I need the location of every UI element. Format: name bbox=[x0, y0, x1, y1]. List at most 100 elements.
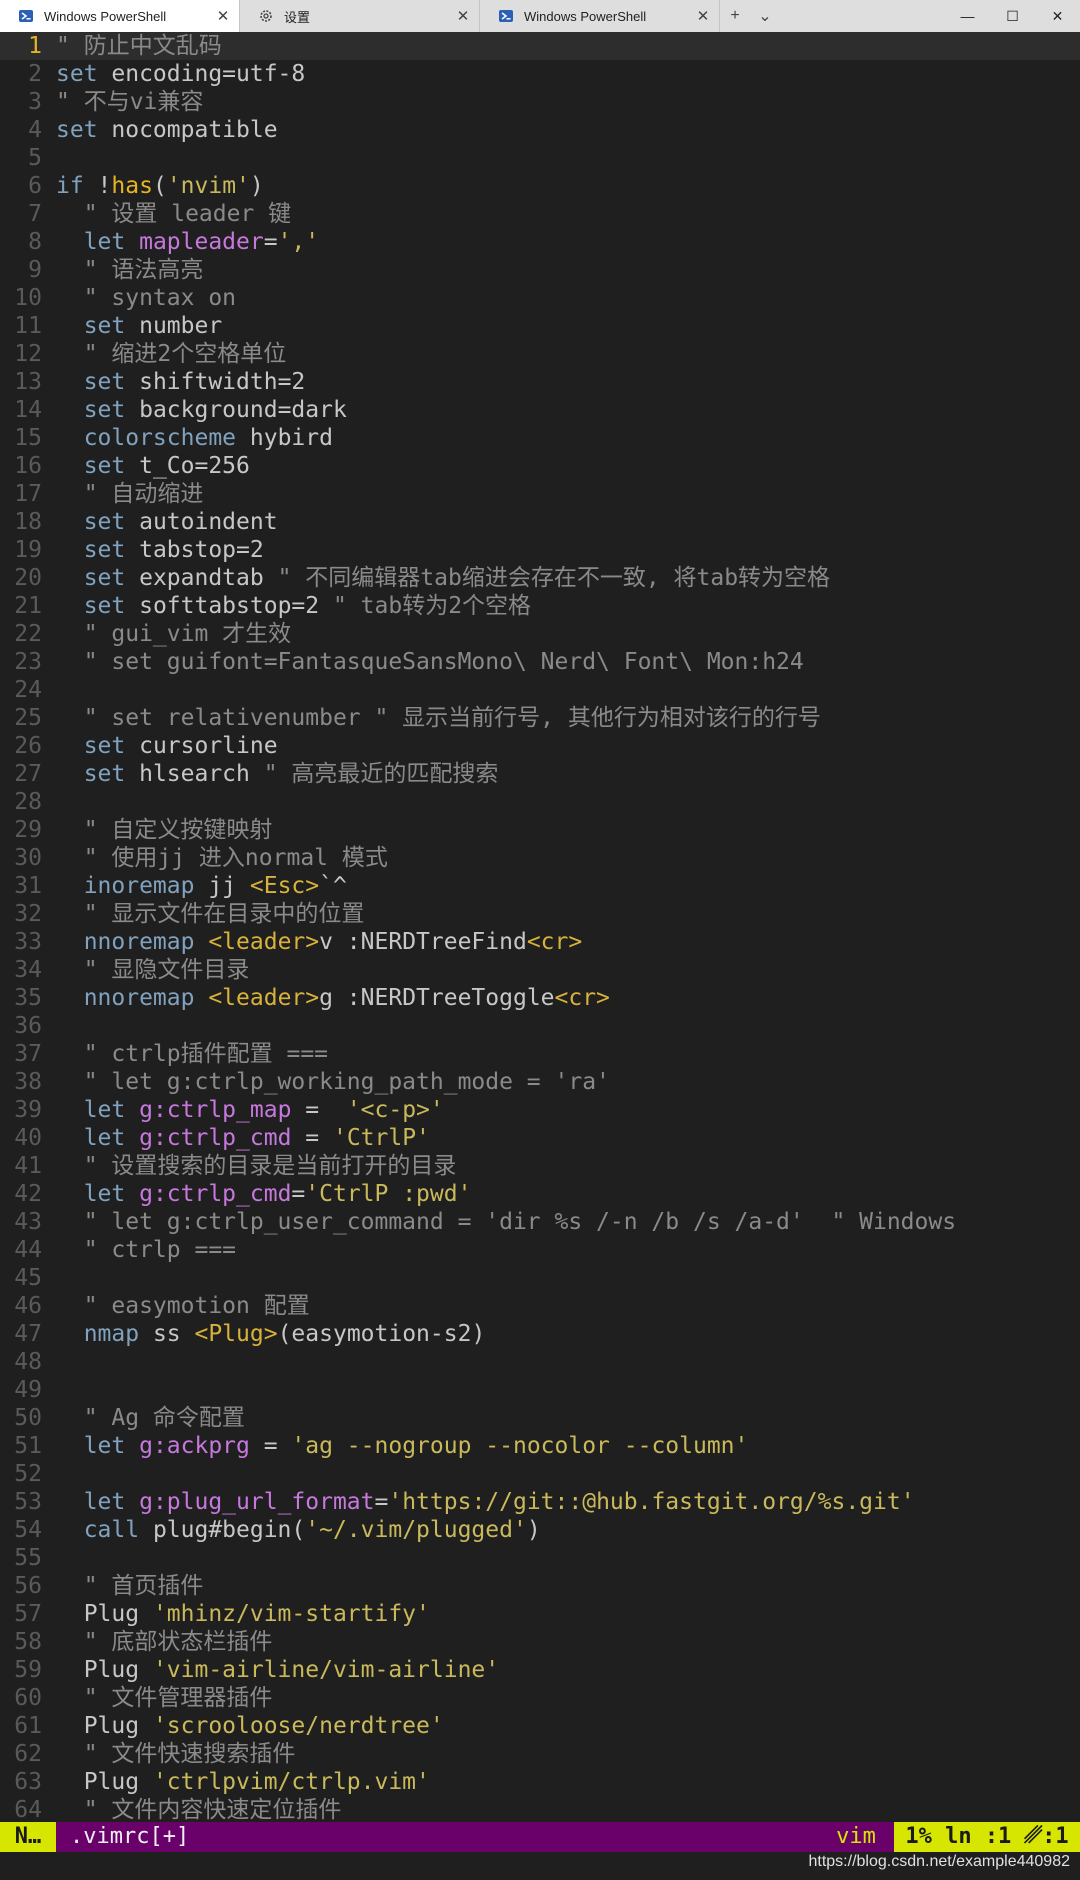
line-number: 14 bbox=[14, 397, 42, 423]
close-icon[interactable]: ✕ bbox=[455, 7, 471, 25]
code-line[interactable]: 55 bbox=[0, 1544, 1080, 1572]
code-line[interactable]: 17 " 自动缩进 bbox=[0, 480, 1080, 508]
code-line[interactable]: 22 " gui_vim 才生效 bbox=[0, 620, 1080, 648]
code-line[interactable]: 3 " 不与vi兼容 bbox=[0, 88, 1080, 116]
code-line[interactable]: 29 " 自定义按键映射 bbox=[0, 816, 1080, 844]
code-line[interactable]: 44 " ctrlp === bbox=[0, 1236, 1080, 1264]
code-line[interactable]: 30 " 使用jj 进入normal 模式 bbox=[0, 844, 1080, 872]
line-number: 1 bbox=[28, 33, 42, 59]
code-line[interactable]: 1 " 防止中文乱码 bbox=[0, 32, 1080, 60]
code-line[interactable]: 13 set shiftwidth=2 bbox=[0, 368, 1080, 396]
code-line[interactable]: 5 bbox=[0, 144, 1080, 172]
code-token: " let g:ctrlp_working_path_mode = 'ra' bbox=[56, 1069, 610, 1095]
titlebar-drag-area[interactable] bbox=[780, 0, 945, 32]
close-icon[interactable]: ✕ bbox=[695, 7, 711, 25]
code-token: g:ctrlp_map bbox=[139, 1097, 292, 1123]
code-line[interactable]: 63 Plug 'ctrlpvim/ctrlp.vim' bbox=[0, 1768, 1080, 1796]
code-line[interactable]: 35 nnoremap <leader>g :NERDTreeToggle<cr… bbox=[0, 984, 1080, 1012]
code-line[interactable]: 51 let g:ackprg = 'ag --nogroup --nocolo… bbox=[0, 1432, 1080, 1460]
code-line[interactable]: 42 let g:ctrlp_cmd='CtrlP :pwd' bbox=[0, 1180, 1080, 1208]
code-line[interactable]: 54 call plug#begin('~/.vim/plugged') bbox=[0, 1516, 1080, 1544]
code-line[interactable]: 52 bbox=[0, 1460, 1080, 1488]
close-icon[interactable]: ✕ bbox=[215, 7, 231, 25]
code-line[interactable]: 20 set expandtab " 不同编辑器tab缩进会存在不一致, 将ta… bbox=[0, 564, 1080, 592]
code-line[interactable]: 46 " easymotion 配置 bbox=[0, 1292, 1080, 1320]
code-token: " 显隐文件目录 bbox=[56, 957, 250, 983]
code-line[interactable]: 45 bbox=[0, 1264, 1080, 1292]
code-line[interactable]: 23 " set guifont=FantasqueSansMono\ Nerd… bbox=[0, 648, 1080, 676]
code-line[interactable]: 6 if !has('nvim') bbox=[0, 172, 1080, 200]
code-line[interactable]: 24 bbox=[0, 676, 1080, 704]
code-line[interactable]: 39 let g:ctrlp_map = '<c-p>' bbox=[0, 1096, 1080, 1124]
code-line[interactable]: 60 " 文件管理器插件 bbox=[0, 1684, 1080, 1712]
code-line[interactable]: 41 " 设置搜索的目录是当前打开的目录 bbox=[0, 1152, 1080, 1180]
line-code: colorscheme hybird bbox=[56, 424, 333, 452]
code-token: jj bbox=[208, 873, 250, 899]
tab-dropdown-button[interactable]: ⌄ bbox=[750, 0, 780, 32]
minimize-button[interactable]: — bbox=[945, 0, 990, 32]
vim-editor-buffer[interactable]: 1 " 防止中文乱码 2 set encoding=utf-8 3 " 不与vi兼容 4 se… bbox=[0, 32, 1080, 1822]
line-number: 18 bbox=[14, 509, 42, 535]
code-line[interactable]: 36 bbox=[0, 1012, 1080, 1040]
code-line[interactable]: 9 " 语法高亮 bbox=[0, 256, 1080, 284]
code-line[interactable]: 64 " 文件内容快速定位插件 bbox=[0, 1796, 1080, 1822]
code-line[interactable]: 56 " 首页插件 bbox=[0, 1572, 1080, 1600]
line-code: let g:plug_url_format='https://git::@hub… bbox=[56, 1488, 915, 1516]
code-line[interactable]: 8 let mapleader=',' bbox=[0, 228, 1080, 256]
code-line[interactable]: 21 set softtabstop=2 " tab转为2个空格 bbox=[0, 592, 1080, 620]
line-number: 56 bbox=[14, 1573, 42, 1599]
code-line[interactable]: 34 " 显隐文件目录 bbox=[0, 956, 1080, 984]
code-token: " gui_vim 才生效 bbox=[56, 621, 292, 647]
code-line[interactable]: 18 set autoindent bbox=[0, 508, 1080, 536]
code-line[interactable]: 7 " 设置 leader 键 bbox=[0, 200, 1080, 228]
code-line[interactable]: 50 " Ag 命令配置 bbox=[0, 1404, 1080, 1432]
code-line[interactable]: 62 " 文件快速搜索插件 bbox=[0, 1740, 1080, 1768]
code-line[interactable]: 59 Plug 'vim-airline/vim-airline' bbox=[0, 1656, 1080, 1684]
code-line[interactable]: 15 colorscheme hybird bbox=[0, 424, 1080, 452]
code-line[interactable]: 2 set encoding=utf-8 bbox=[0, 60, 1080, 88]
code-line[interactable]: 12 " 缩进2个空格单位 bbox=[0, 340, 1080, 368]
code-line[interactable]: 16 set t_Co=256 bbox=[0, 452, 1080, 480]
code-token: " 显示文件在目录中的位置 bbox=[56, 901, 365, 927]
code-line[interactable]: 47 nmap ss <Plug>(easymotion-s2) bbox=[0, 1320, 1080, 1348]
code-line[interactable]: 11 set number bbox=[0, 312, 1080, 340]
code-line[interactable]: 19 set tabstop=2 bbox=[0, 536, 1080, 564]
line-code: " 文件内容快速定位插件 bbox=[56, 1796, 342, 1822]
code-token: 'mhinz/vim-startify' bbox=[152, 1601, 430, 1627]
code-line[interactable]: 48 bbox=[0, 1348, 1080, 1376]
code-token: 'scrooloose/nerdtree' bbox=[152, 1713, 444, 1739]
code-line[interactable]: 10 " syntax on bbox=[0, 284, 1080, 312]
code-line[interactable]: 58 " 底部状态栏插件 bbox=[0, 1628, 1080, 1656]
line-number: 9 bbox=[28, 257, 42, 283]
tab-powershell-1[interactable]: Windows PowerShell ✕ bbox=[0, 0, 240, 32]
code-line[interactable]: 57 Plug 'mhinz/vim-startify' bbox=[0, 1600, 1080, 1628]
code-line[interactable]: 31 inoremap jj <Esc>`^ bbox=[0, 872, 1080, 900]
new-tab-button[interactable]: + bbox=[720, 0, 750, 32]
code-line[interactable]: 14 set background=dark bbox=[0, 396, 1080, 424]
code-line[interactable]: 32 " 显示文件在目录中的位置 bbox=[0, 900, 1080, 928]
code-token: shiftwidth=2 bbox=[139, 369, 306, 395]
tab-powershell-2[interactable]: Windows PowerShell ✕ bbox=[480, 0, 720, 32]
code-line[interactable]: 49 bbox=[0, 1376, 1080, 1404]
code-line[interactable]: 27 set hlsearch " 高亮最近的匹配搜索 bbox=[0, 760, 1080, 788]
line-number: 62 bbox=[14, 1741, 42, 1767]
code-line[interactable]: 28 bbox=[0, 788, 1080, 816]
line-number: 51 bbox=[14, 1433, 42, 1459]
code-line[interactable]: 40 let g:ctrlp_cmd = 'CtrlP' bbox=[0, 1124, 1080, 1152]
line-number: 36 bbox=[14, 1013, 42, 1039]
code-line[interactable]: 53 let g:plug_url_format='https://git::@… bbox=[0, 1488, 1080, 1516]
code-line[interactable]: 25 " set relativenumber " 显示当前行号, 其他行为相对… bbox=[0, 704, 1080, 732]
code-line[interactable]: 4 set nocompatible bbox=[0, 116, 1080, 144]
code-line[interactable]: 33 nnoremap <leader>v :NERDTreeFind<cr> bbox=[0, 928, 1080, 956]
close-window-button[interactable]: ✕ bbox=[1035, 0, 1080, 32]
code-line[interactable]: 37 " ctrlp插件配置 === bbox=[0, 1040, 1080, 1068]
code-token: " 文件快速搜索插件 bbox=[56, 1741, 296, 1767]
code-line[interactable]: 61 Plug 'scrooloose/nerdtree' bbox=[0, 1712, 1080, 1740]
tab-settings[interactable]: 设置 ✕ bbox=[240, 0, 480, 32]
code-line[interactable]: 43 " let g:ctrlp_user_command = 'dir %s … bbox=[0, 1208, 1080, 1236]
code-line[interactable]: 38 " let g:ctrlp_working_path_mode = 'ra… bbox=[0, 1068, 1080, 1096]
gear-icon bbox=[260, 10, 272, 22]
maximize-button[interactable]: ☐ bbox=[990, 0, 1035, 32]
line-code: set shiftwidth=2 bbox=[56, 368, 306, 396]
code-line[interactable]: 26 set cursorline bbox=[0, 732, 1080, 760]
